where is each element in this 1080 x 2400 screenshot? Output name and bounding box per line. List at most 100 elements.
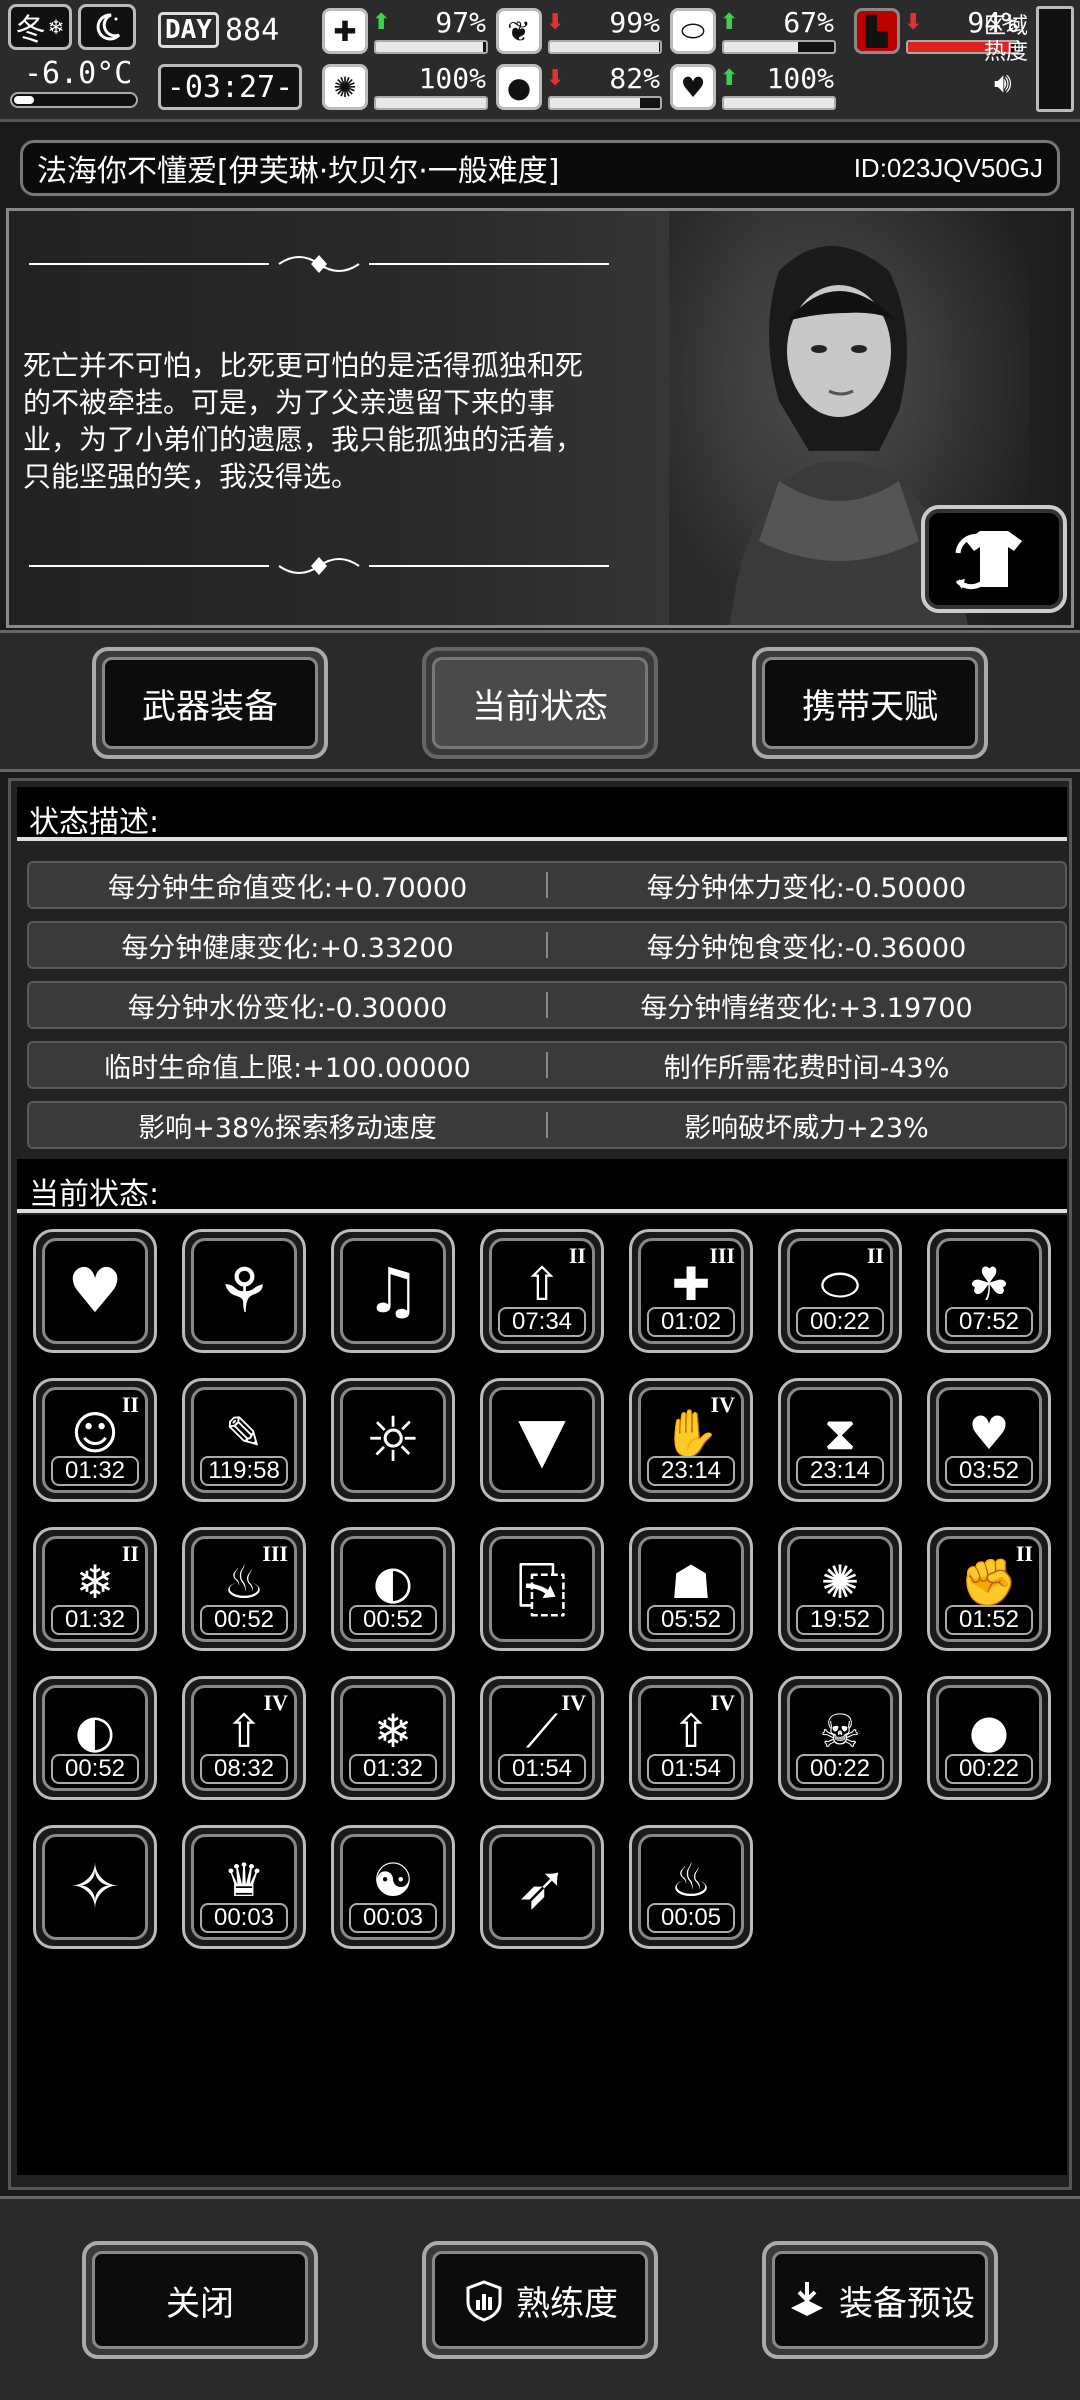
tab-talents[interactable]: 携带天赋 bbox=[752, 647, 988, 759]
status-effect-tile[interactable]: ☺ II 01:32 bbox=[33, 1378, 157, 1502]
status-effect-tile[interactable]: ♥ 03:52 bbox=[927, 1378, 1051, 1502]
status-effect-tile[interactable]: ✊ II 01:52 bbox=[927, 1527, 1051, 1651]
status-effect-tile[interactable]: ✺ 19:52 bbox=[778, 1527, 902, 1651]
shirt-icon: ▼ bbox=[518, 1403, 566, 1476]
pill-boost-icon: ⬭ bbox=[820, 1257, 860, 1311]
status-effect-tile[interactable]: ➶ bbox=[480, 1825, 604, 1949]
status-effect-face: ☠ 00:22 bbox=[787, 1685, 893, 1791]
effect-level: IV bbox=[710, 1392, 735, 1417]
status-desc-row: 每分钟生命值变化:+0.70000 每分钟体力变化:-0.50000 bbox=[27, 861, 1067, 909]
status-effect-tile[interactable]: ⟋ IV 01:54 bbox=[480, 1676, 604, 1800]
status-effect-tile[interactable]: ✚ III 01:02 bbox=[629, 1229, 753, 1353]
proficiency-icon bbox=[466, 2280, 502, 2322]
stat-value: 67% bbox=[783, 6, 834, 39]
effect-level: II bbox=[121, 1392, 139, 1417]
tab-weapons[interactable]: 武器装备 bbox=[92, 647, 328, 759]
status-effect-face: ✋ IV 23:14 bbox=[638, 1387, 744, 1493]
status-desc-row: 临时生命值上限:+100.00000 制作所需花费时间-43% bbox=[27, 1041, 1067, 1089]
status-effect-tile[interactable]: ▼ bbox=[480, 1378, 604, 1502]
status-desc-row: 影响+38%探索移动速度 影响破坏威力+23% bbox=[27, 1101, 1067, 1149]
effect-level: III bbox=[709, 1243, 735, 1268]
player-id: ID:023JQV50GJ bbox=[853, 152, 1043, 183]
status-effect-tile[interactable]: ⇧ II 07:34 bbox=[480, 1229, 604, 1353]
status-effect-face: ⇧ IV 08:32 bbox=[191, 1685, 297, 1791]
effect-timer: 01:32 bbox=[51, 1605, 139, 1635]
winged-foot-icon: ➶ bbox=[516, 1850, 568, 1923]
moon-icon bbox=[78, 4, 136, 50]
status-effect-face: ♥ bbox=[42, 1238, 148, 1344]
status-effect-tile[interactable]: ♫ bbox=[331, 1229, 455, 1353]
trend-down-icon: ⬇ bbox=[546, 10, 565, 35]
status-effect-tile[interactable]: ✧ bbox=[33, 1825, 157, 1949]
change-outfit-button[interactable] bbox=[921, 505, 1067, 613]
status-effect-tile[interactable]: ◐ 00:52 bbox=[33, 1676, 157, 1800]
effect-timer: 00:52 bbox=[51, 1754, 139, 1784]
status-effect-tile[interactable]: ● 00:22 bbox=[927, 1676, 1051, 1800]
stomach-status-icon: ⚘ bbox=[216, 1254, 272, 1327]
effect-timer: 00:03 bbox=[349, 1903, 437, 1933]
equipment-preset-button[interactable]: 装备预设 bbox=[762, 2241, 998, 2359]
status-effect-tile[interactable]: ⇧ IV 01:54 bbox=[629, 1676, 753, 1800]
zone-heat-meter bbox=[1036, 6, 1074, 112]
status-desc-row: 每分钟健康变化:+0.33200 每分钟饱食变化:-0.36000 bbox=[27, 921, 1067, 969]
status-effect-tile[interactable]: ☗ 05:52 bbox=[629, 1527, 753, 1651]
status-effect-tile[interactable]: ☘ 07:52 bbox=[927, 1229, 1051, 1353]
boot-icon: ▙ bbox=[854, 8, 900, 54]
status-effect-face: ✺ 19:52 bbox=[787, 1536, 893, 1642]
status-desc-cell: 影响+38%探索移动速度 bbox=[138, 1112, 437, 1144]
proficiency-button[interactable]: 熟练度 bbox=[422, 2241, 658, 2359]
character-name: 法海你不懂爱[伊芙琳·坎贝尔·一般难度] bbox=[37, 154, 560, 189]
status-effect-tile[interactable]: ♨ 00:05 bbox=[629, 1825, 753, 1949]
status-effect-tile[interactable]: ♥ bbox=[33, 1229, 157, 1353]
status-desc-cell: 每分钟健康变化:+0.33200 bbox=[121, 932, 454, 964]
status-effect-tile[interactable]: ♨ III 00:52 bbox=[182, 1527, 306, 1651]
status-desc-cell: 每分钟饱食变化:-0.36000 bbox=[646, 932, 967, 964]
effect-timer: 08:32 bbox=[200, 1754, 288, 1784]
preset-button-label: 装备预设 bbox=[839, 2283, 975, 2324]
stat-bar-fill bbox=[376, 42, 483, 52]
status-effect-tile[interactable]: ⇧ IV 08:32 bbox=[182, 1676, 306, 1800]
status-effect-tile[interactable]: ☼ bbox=[331, 1378, 455, 1502]
music-heart-icon: ♫ bbox=[365, 1254, 421, 1327]
health-boost-icon: ✚ bbox=[671, 1257, 711, 1311]
status-effect-tile[interactable]: ⚘ bbox=[182, 1229, 306, 1353]
status-effect-tile[interactable]: ⬭ II 00:22 bbox=[778, 1229, 902, 1353]
status-effect-tile[interactable]: ❄ 01:32 bbox=[331, 1676, 455, 1800]
stat-bar bbox=[548, 40, 662, 54]
season-badge: 冬 ❄ bbox=[8, 4, 72, 50]
status-effect-tile[interactable]: ⎘ bbox=[480, 1527, 604, 1651]
effect-level: IV bbox=[561, 1690, 586, 1715]
stat-stomach: ❦ ⬇ 99% bbox=[496, 6, 664, 58]
status-effect-tile[interactable]: ♛ 00:03 bbox=[182, 1825, 306, 1949]
close-button[interactable]: 关闭 bbox=[82, 2241, 318, 2359]
stat-bar bbox=[548, 96, 662, 110]
speaker-icon[interactable]: 🔊︎ bbox=[994, 66, 1012, 100]
food-bag-2-icon: ◐ bbox=[74, 1704, 116, 1758]
status-effect-tile[interactable]: ☠ 00:22 bbox=[778, 1676, 902, 1800]
stat-value: 100% bbox=[766, 62, 834, 95]
status-desc-row: 每分钟水份变化:-0.30000 每分钟情绪变化:+3.19700 bbox=[27, 981, 1067, 1029]
stomach-icon: ❦ bbox=[496, 8, 542, 54]
stat-water: ● ⬇ 82% bbox=[496, 62, 664, 114]
water-drop-icon: ● bbox=[496, 64, 542, 110]
effect-timer: 01:32 bbox=[349, 1754, 437, 1784]
character-story-panel: 死亡并不可怕，比死更可怕的是活得孤独和死的不被牵挂。可是，为了父亲遗留下来的事业… bbox=[6, 208, 1074, 628]
effect-level: II bbox=[1015, 1541, 1033, 1566]
status-effect-tile[interactable]: ◐ 00:52 bbox=[331, 1527, 455, 1651]
status-effect-face: ☗ 05:52 bbox=[638, 1536, 744, 1642]
effect-timer: 00:05 bbox=[647, 1903, 735, 1933]
status-effect-tile[interactable]: ✎ 119:58 bbox=[182, 1378, 306, 1502]
top-status-bar: 冬 ❄ -6.0°C DAY 884 -03:27- ✚ ⬆ 97% ❦ ⬇ 99% ⬭ ⬆ 6… bbox=[0, 0, 1080, 122]
status-effect-tile[interactable]: ☯ 00:03 bbox=[331, 1825, 455, 1949]
effect-level: IV bbox=[263, 1690, 288, 1715]
status-effect-tile[interactable]: ⧗ 23:14 bbox=[778, 1378, 902, 1502]
status-effect-tile[interactable]: ❄ II 01:32 bbox=[33, 1527, 157, 1651]
status-effect-face: ✎ 119:58 bbox=[191, 1387, 297, 1493]
bottle-boost-icon: ⇧ bbox=[224, 1704, 264, 1758]
status-effect-tile[interactable]: ✋ IV 23:14 bbox=[629, 1378, 753, 1502]
syringe-icon: ✎ bbox=[224, 1406, 264, 1460]
status-effect-face: ◐ 00:52 bbox=[42, 1685, 148, 1791]
effect-timer: 01:54 bbox=[498, 1754, 586, 1784]
tab-current-status[interactable]: 当前状态 bbox=[422, 647, 658, 759]
ornament-divider-bottom bbox=[29, 557, 609, 575]
